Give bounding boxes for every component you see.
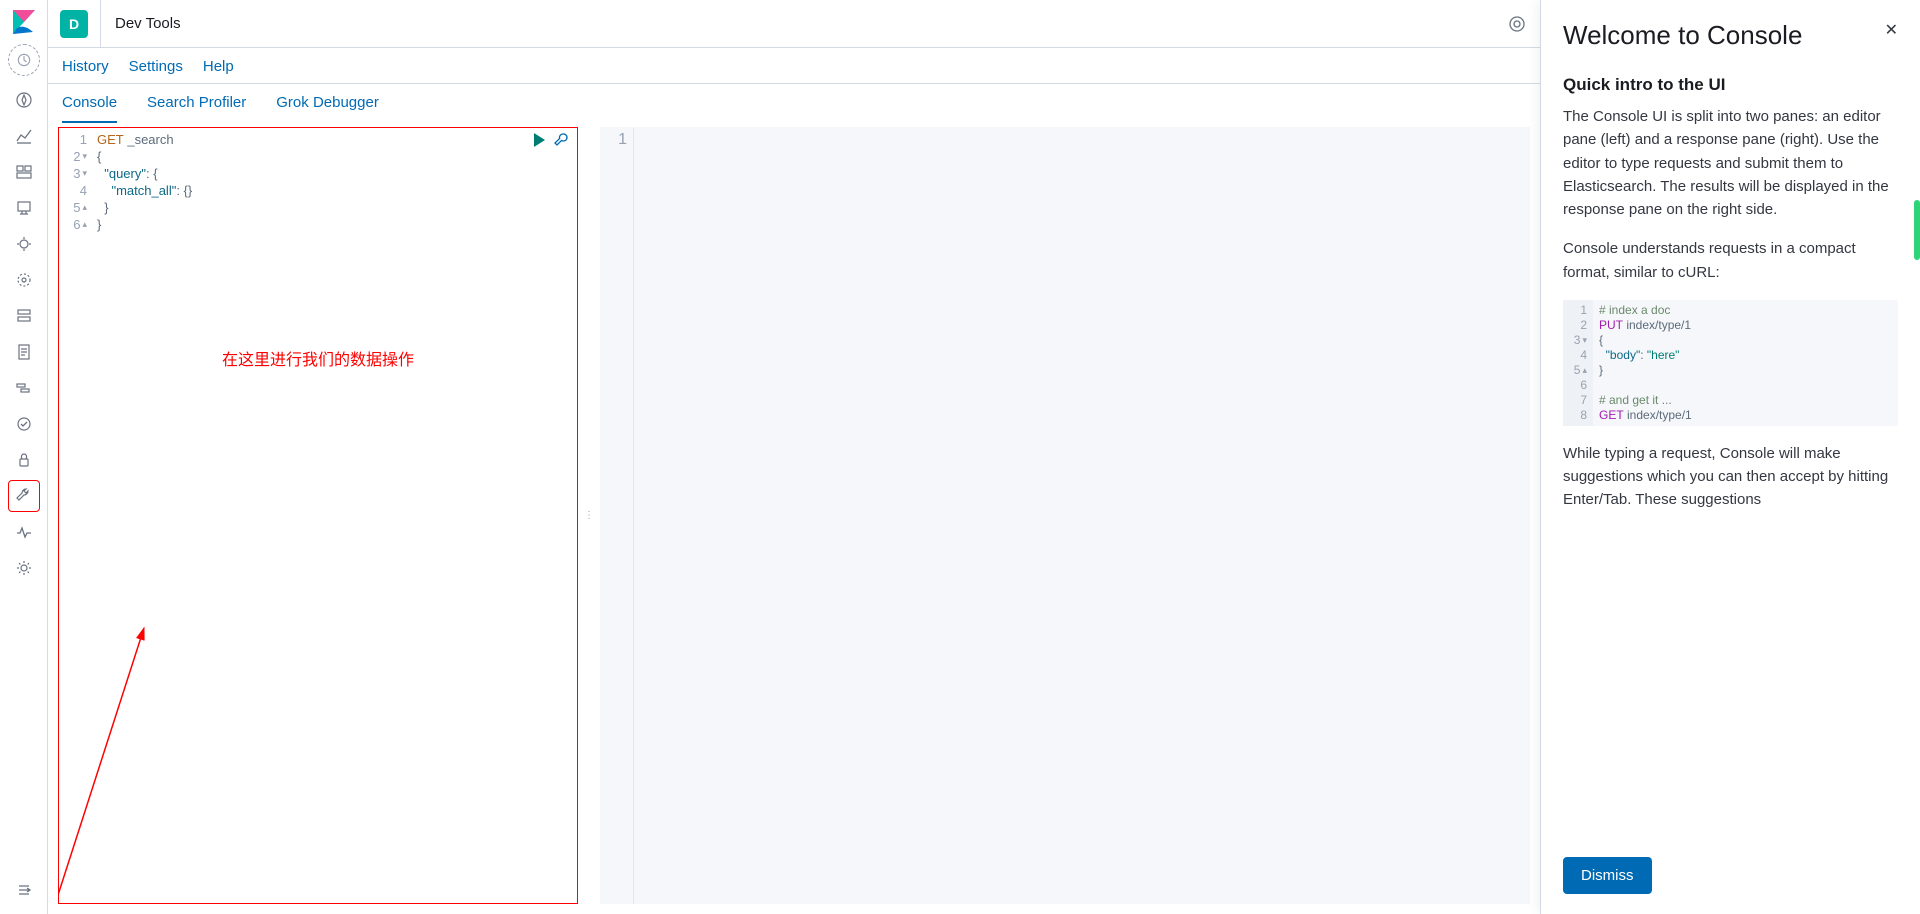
app-badge: D (60, 10, 88, 38)
kibana-logo-icon[interactable] (10, 8, 38, 36)
response-code[interactable] (634, 128, 1530, 904)
uptime-icon[interactable] (8, 408, 40, 440)
recent-items-icon[interactable] (8, 44, 40, 76)
submenu: History Settings Help (48, 48, 1540, 84)
workspace: 1 2▾ 3▾ 4 5▴ 6▴ GET _search { "query": {… (48, 123, 1540, 914)
monitoring-icon[interactable] (8, 516, 40, 548)
editor-code[interactable]: GET _search { "query": { "match_all": {}… (93, 128, 577, 236)
logs-icon[interactable] (8, 336, 40, 368)
flyout-title: Welcome to Console (1563, 20, 1802, 51)
collapse-sidebar-icon[interactable] (8, 874, 40, 906)
topbar: D Dev Tools (48, 0, 1540, 48)
devtools-icon[interactable] (8, 480, 40, 512)
flyout-paragraph: Console understands requests in a compac… (1563, 237, 1898, 284)
flyout-paragraph: While typing a request, Console will mak… (1563, 442, 1898, 512)
history-link[interactable]: History (62, 58, 109, 75)
request-options-icon[interactable] (553, 132, 569, 148)
ml-icon[interactable] (8, 264, 40, 296)
editor-gutter: 1 2▾ 3▾ 4 5▴ 6▴ (59, 128, 93, 236)
flyout-body[interactable]: Quick intro to the UI The Console UI is … (1541, 61, 1920, 857)
space-switcher-icon[interactable] (1506, 13, 1528, 35)
flyout-subheading: Quick intro to the UI (1563, 75, 1898, 95)
canvas-icon[interactable] (8, 192, 40, 224)
annotation-arrow-icon (59, 453, 199, 903)
management-icon[interactable] (8, 552, 40, 584)
main-area: D Dev Tools History Settings Help Consol… (48, 0, 1540, 914)
app-title: Dev Tools (100, 0, 181, 47)
tab-grok-debugger[interactable]: Grok Debugger (276, 94, 379, 123)
help-link[interactable]: Help (203, 58, 234, 75)
dashboard-icon[interactable] (8, 156, 40, 188)
settings-link[interactable]: Settings (129, 58, 183, 75)
infra-icon[interactable] (8, 300, 40, 332)
response-pane[interactable]: 1 (600, 127, 1530, 904)
visualize-icon[interactable] (8, 120, 40, 152)
discover-icon[interactable] (8, 84, 40, 116)
maps-icon[interactable] (8, 228, 40, 260)
welcome-flyout: Welcome to Console ✕ Quick intro to the … (1540, 0, 1920, 914)
sidebar-nav (8, 84, 40, 584)
tab-console[interactable]: Console (62, 94, 117, 123)
editor-pane[interactable]: 1 2▾ 3▾ 4 5▴ 6▴ GET _search { "query": {… (58, 127, 578, 904)
sidebar (0, 0, 48, 914)
tabs: Console Search Profiler Grok Debugger (48, 84, 1540, 123)
response-gutter: 1 (600, 128, 634, 904)
run-query-icon[interactable] (534, 133, 545, 147)
pane-resize-handle[interactable] (586, 127, 592, 904)
siem-icon[interactable] (8, 444, 40, 476)
dismiss-button[interactable]: Dismiss (1563, 857, 1652, 894)
tab-search-profiler[interactable]: Search Profiler (147, 94, 246, 123)
annotation-text: 在这里进行我们的数据操作 (59, 346, 577, 370)
scrollbar-indicator[interactable] (1914, 200, 1920, 260)
close-flyout-button[interactable]: ✕ (1885, 20, 1898, 40)
code-sample: 1 2 3▾ 4 5▴ 6 7 8 # index a doc PUT inde… (1563, 300, 1898, 426)
apm-icon[interactable] (8, 372, 40, 404)
flyout-paragraph: The Console UI is split into two panes: … (1563, 105, 1898, 221)
